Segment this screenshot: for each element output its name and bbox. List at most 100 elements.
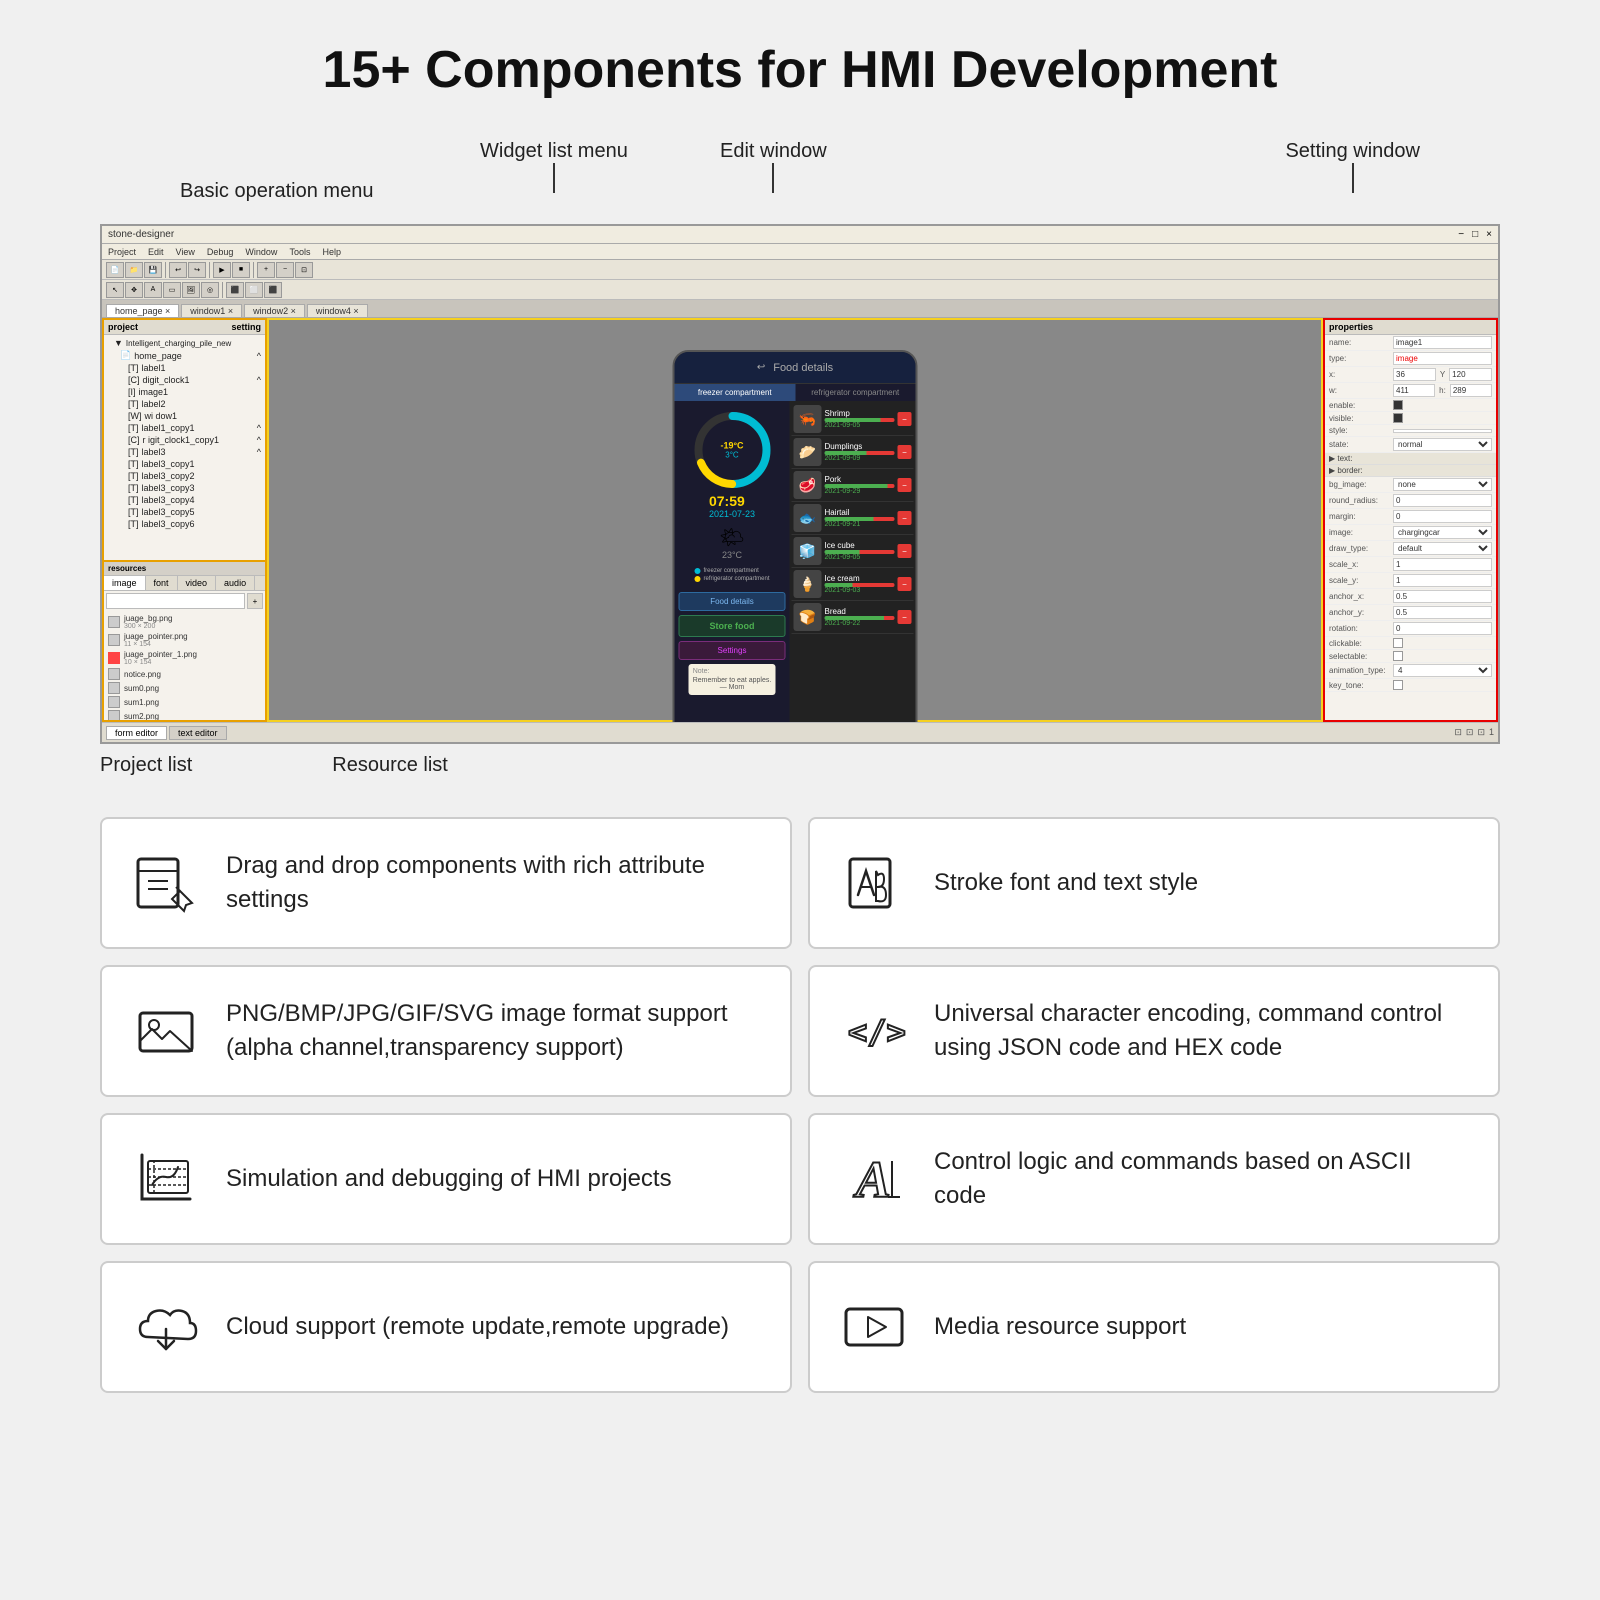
prop-value-y[interactable]: 120 — [1449, 368, 1492, 381]
tree-item-home-page[interactable]: 📄 home_page ^ — [106, 349, 263, 362]
prop-checkbox-selectable[interactable] — [1393, 651, 1403, 661]
tree-item-digit-clock1[interactable]: [C] digit_clock1 ^ — [106, 374, 263, 386]
prop-value-x[interactable]: 36 — [1393, 368, 1436, 381]
prop-value-rotation[interactable]: 0 — [1393, 622, 1492, 635]
resource-search-input[interactable] — [106, 593, 245, 609]
toolbar-btn-image[interactable]: 🖼 — [182, 282, 200, 298]
menu-window[interactable]: Window — [245, 247, 277, 257]
toolbar-btn-new[interactable]: 📄 — [106, 262, 124, 278]
tree-item-label1[interactable]: [T] label1 — [106, 362, 263, 374]
tree-item-label3-copy1[interactable]: [T] label3_copy1 — [106, 458, 263, 470]
prop-value-anchor-y[interactable]: 0.5 — [1393, 606, 1492, 619]
tree-item-label3[interactable]: [T] label3 ^ — [106, 446, 263, 458]
tree-item-label3-copy4[interactable]: [T] label3_copy4 — [106, 494, 263, 506]
food-delete-hairtail[interactable]: − — [898, 511, 912, 525]
tree-item-label2[interactable]: [T] label2 — [106, 398, 263, 410]
tab-window2[interactable]: window2 × — [244, 304, 305, 317]
resource-item-sum2[interactable]: sum2.png — [106, 709, 263, 720]
prop-value-margin[interactable]: 0 — [1393, 510, 1492, 523]
prop-checkbox-clickable[interactable] — [1393, 638, 1403, 648]
resource-item-sum0[interactable]: sum0.png — [106, 681, 263, 695]
toolbar-btn-select[interactable]: ↖ — [106, 282, 124, 298]
toolbar-btn-zoom-out[interactable]: − — [276, 262, 294, 278]
ide-window-controls[interactable]: − □ × — [1458, 229, 1492, 240]
toolbar-btn-save[interactable]: 💾 — [144, 262, 162, 278]
phone-btn-settings[interactable]: Settings — [679, 641, 786, 660]
menu-help[interactable]: Help — [322, 247, 341, 257]
food-delete-pork[interactable]: − — [898, 478, 912, 492]
prop-section-text[interactable]: ▶ text: — [1325, 453, 1496, 465]
close-icon[interactable]: × — [1486, 229, 1492, 240]
resource-tab-font[interactable]: font — [146, 576, 178, 590]
toolbar-btn-align-center[interactable]: ⬜ — [245, 282, 263, 298]
resource-tab-image[interactable]: image — [104, 576, 146, 590]
toolbar-btn-open[interactable]: 📁 — [125, 262, 143, 278]
tree-item-label3-copy5[interactable]: [T] label3_copy5 — [106, 506, 263, 518]
prop-select-state[interactable]: normal — [1393, 438, 1492, 451]
toolbar-btn-move[interactable]: ✥ — [125, 282, 143, 298]
minimize-icon[interactable]: − — [1458, 229, 1464, 240]
toolbar-btn-redo[interactable]: ↪ — [188, 262, 206, 278]
toolbar-btn-label[interactable]: A — [144, 282, 162, 298]
menu-view[interactable]: View — [176, 247, 195, 257]
tree-item-label1-copy1[interactable]: [T] label1_copy1 ^ — [106, 422, 263, 434]
tab-home-page[interactable]: home_page × — [106, 304, 179, 317]
menu-project[interactable]: Project — [108, 247, 136, 257]
resource-item-juage-bg[interactable]: juage_bg.png 300 × 200 — [106, 613, 263, 631]
prop-value-style[interactable] — [1393, 429, 1492, 433]
tree-item-label3-copy6[interactable]: [T] label3_copy6 — [106, 518, 263, 530]
prop-section-border[interactable]: ▶ border: — [1325, 465, 1496, 477]
tree-item-label3-copy2[interactable]: [T] label3_copy2 — [106, 470, 263, 482]
resource-item-sum1[interactable]: sum1.png — [106, 695, 263, 709]
prop-value-anchor-x[interactable]: 0.5 — [1393, 590, 1492, 603]
phone-btn-food-details[interactable]: Food details — [679, 592, 786, 611]
food-delete-ice-cream[interactable]: − — [898, 577, 912, 591]
prop-value-round-radius[interactable]: 0 — [1393, 494, 1492, 507]
food-delete-bread[interactable]: − — [898, 610, 912, 624]
tree-item-window1[interactable]: [W] wi dow1 — [106, 410, 263, 422]
food-delete-shrimp[interactable]: − — [898, 412, 912, 426]
phone-tab-freezer[interactable]: freezer compartment — [675, 384, 796, 401]
prop-select-bg-image[interactable]: none — [1393, 478, 1492, 491]
phone-tab-refrigerator[interactable]: refrigerator compartment — [795, 384, 916, 401]
tree-item-digit-clock-copy1[interactable]: [C] r igit_clock1_copy1 ^ — [106, 434, 263, 446]
resource-item-pointer1[interactable]: juage_pointer_1.png 10 × 154 — [106, 649, 263, 667]
menu-debug[interactable]: Debug — [207, 247, 234, 257]
toolbar-btn-button[interactable]: ▭ — [163, 282, 181, 298]
menu-edit[interactable]: Edit — [148, 247, 164, 257]
tree-item-label3-copy3[interactable]: [T] label3_copy3 — [106, 482, 263, 494]
prop-value-name[interactable]: image1 — [1393, 336, 1492, 349]
bottom-tab-form-editor[interactable]: form editor — [106, 726, 167, 740]
prop-select-image[interactable]: chargingcar — [1393, 526, 1492, 539]
prop-select-animation-type[interactable]: 4 — [1393, 664, 1492, 677]
tab-window1[interactable]: window1 × — [181, 304, 242, 317]
food-delete-dumplings[interactable]: − — [898, 445, 912, 459]
tree-item-root[interactable]: ▼ Intelligent_charging_pile_new — [106, 337, 263, 349]
bottom-tab-text-editor[interactable]: text editor — [169, 726, 227, 740]
prop-checkbox-enable[interactable] — [1393, 400, 1403, 410]
toolbar-btn-undo[interactable]: ↩ — [169, 262, 187, 278]
resource-item-notice[interactable]: notice.png — [106, 667, 263, 681]
prop-select-draw-type[interactable]: default — [1393, 542, 1492, 555]
resource-item-pointer[interactable]: juage_pointer.png 11 × 154 — [106, 631, 263, 649]
toolbar-btn-zoom-in[interactable]: + — [257, 262, 275, 278]
tab-window4[interactable]: window4 × — [307, 304, 368, 317]
toolbar-btn-gauge[interactable]: ◎ — [201, 282, 219, 298]
menu-tools[interactable]: Tools — [289, 247, 310, 257]
prop-value-scale-y[interactable]: 1 — [1393, 574, 1492, 587]
prop-value-h[interactable]: 289 — [1450, 384, 1492, 397]
toolbar-btn-stop[interactable]: ■ — [232, 262, 250, 278]
maximize-icon[interactable]: □ — [1472, 229, 1478, 240]
resource-add-button[interactable]: + — [247, 593, 263, 609]
resource-tab-audio[interactable]: audio — [216, 576, 255, 590]
toolbar-btn-fit[interactable]: ⊡ — [295, 262, 313, 278]
toolbar-btn-align-right[interactable]: ⬛ — [264, 282, 282, 298]
tree-item-image1[interactable]: [I] image1 — [106, 386, 263, 398]
toolbar-btn-run[interactable]: ▶ — [213, 262, 231, 278]
prop-value-scale-x[interactable]: 1 — [1393, 558, 1492, 571]
prop-checkbox-visible[interactable] — [1393, 413, 1403, 423]
prop-value-w[interactable]: 411 — [1393, 384, 1435, 397]
phone-btn-store-food[interactable]: Store food — [679, 615, 786, 637]
resource-tab-video[interactable]: video — [178, 576, 217, 590]
toolbar-btn-align-left[interactable]: ⬛ — [226, 282, 244, 298]
